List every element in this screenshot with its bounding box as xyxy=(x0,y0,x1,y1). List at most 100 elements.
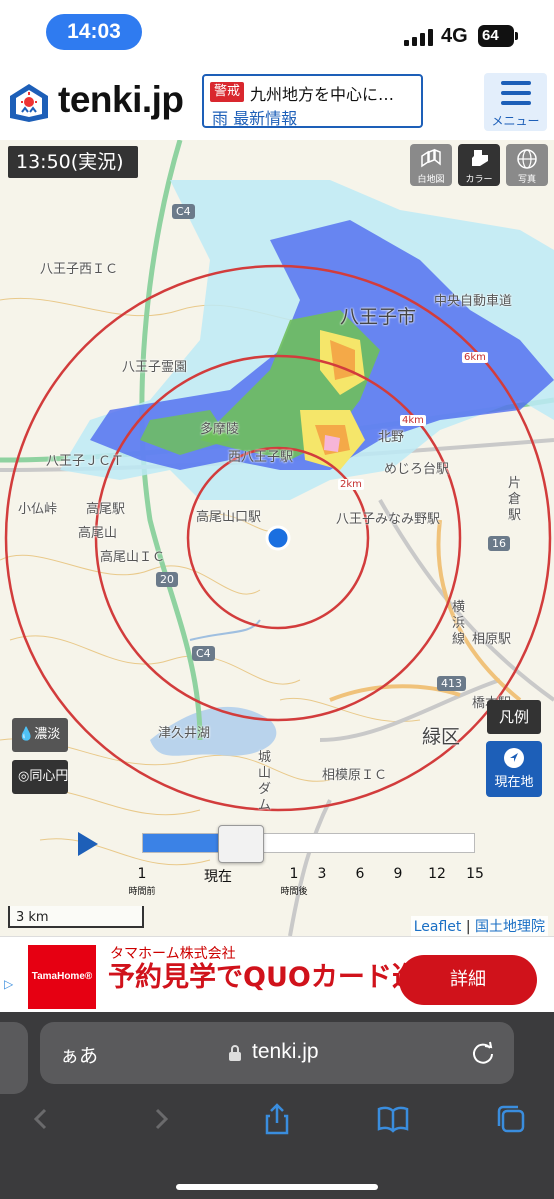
map-label-takaosan: 高尾山 xyxy=(78,526,118,541)
timeline-progress xyxy=(143,834,227,852)
alert-subline: 雨 最新情報 xyxy=(212,109,298,128)
timeline-tick-label[interactable]: 3 xyxy=(302,866,342,882)
timeline-tick-label[interactable]: 12 xyxy=(417,866,457,882)
home-indicator xyxy=(176,1184,378,1190)
timeline-tick-label[interactable]: 15 xyxy=(455,866,495,882)
current-location-label: 現在地 xyxy=(494,775,534,790)
map-label-hachioji-reien: 八王子霊園 xyxy=(122,360,188,375)
ad-detail-button[interactable]: 詳細 xyxy=(399,955,537,1005)
map-label-yokohama-line: 横浜線 xyxy=(452,600,466,647)
blank-map-button[interactable]: 白地図 xyxy=(410,144,452,186)
map-label-chuo-expressway: 中央自動車道 xyxy=(434,294,513,309)
map-label-kobotoke: 小仏峠 xyxy=(18,502,58,517)
color-map-label: カラー xyxy=(465,175,493,185)
photo-map-label: 写真 xyxy=(517,175,536,185)
status-bar: 14:03 4G 64 xyxy=(0,0,554,62)
hamburger-icon xyxy=(501,81,531,111)
photo-map-button[interactable]: 写真 xyxy=(506,144,548,186)
blank-map-icon xyxy=(410,144,452,172)
tabs-icon[interactable] xyxy=(494,1102,528,1136)
gsi-link[interactable]: 国土地理院 xyxy=(475,919,545,935)
current-location-button[interactable]: 現在地 xyxy=(486,741,542,797)
advertiser-logo[interactable]: TamaHome® xyxy=(28,945,96,1009)
map-label-tsukui-lake: 津久井湖 xyxy=(158,726,211,741)
battery-icon: 64 xyxy=(478,25,518,47)
advertiser-name: タマホーム株式会社 xyxy=(110,946,236,962)
map-label-takao-station: 高尾駅 xyxy=(86,502,126,517)
map-label-sagamihara-ic: 相模原ＩＣ xyxy=(322,768,388,783)
map-label-hachioji-city: 八王子市 xyxy=(340,306,417,328)
site-header: tenki.jp 警戒 九州地方を中心に… 雨 最新情報 メニュー xyxy=(0,62,554,140)
map-label-takaosan-ic: 高尾山ＩＣ xyxy=(100,550,166,565)
color-map-button[interactable]: カラー xyxy=(458,144,500,186)
ring-label-4km: 4km xyxy=(400,415,426,426)
intensity-toggle-button[interactable]: 💧濃淡 xyxy=(12,718,68,752)
ring-label-2km: 2km xyxy=(338,479,364,490)
intensity-label: 濃淡 xyxy=(34,727,61,742)
browser-toolbar: ぁあ tenki.jp xyxy=(0,1012,554,1199)
network-type: 4G xyxy=(441,25,468,47)
timeline-tick-label[interactable]: 1 xyxy=(122,866,162,882)
concentric-circles-button[interactable]: ◎同心円 xyxy=(12,760,68,794)
road-label-20: 20 xyxy=(156,572,178,587)
timeline-tick-sublabel: 時間前 xyxy=(128,887,156,897)
map-label-aihara-station: 相原駅 xyxy=(472,632,512,647)
map-label-midori-ku: 緑区 xyxy=(422,726,461,748)
map-label-hachioji-jct: 八王子ＪＣＴ xyxy=(46,454,125,469)
road-label-c4-south: C4 xyxy=(192,646,215,661)
ad-headline[interactable]: 予約見学でQUOカード進呈 xyxy=(108,961,446,995)
leaflet-link[interactable]: Leaflet xyxy=(414,919,462,935)
text-size-button[interactable]: ぁあ xyxy=(60,1041,98,1068)
photo-map-icon xyxy=(506,144,548,172)
rain-radar-map[interactable]: 八王子西ＩＣ 八王子市 中央自動車道 八王子霊園 八王子ＪＣＴ 西八王子駅 多摩… xyxy=(0,140,554,936)
status-time: 14:03 xyxy=(46,14,142,50)
legend-button[interactable]: 凡例 xyxy=(487,700,541,734)
map-scale: 3 km xyxy=(8,906,144,928)
ring-label-6km: 6km xyxy=(462,352,488,363)
road-label-16: 16 xyxy=(488,536,510,551)
observation-time: 13:50(実況) xyxy=(8,146,138,178)
map-label-katakura-station: 片倉駅 xyxy=(508,476,522,523)
map-label-hachioji-minamino-station: 八王子みなみ野駅 xyxy=(336,512,441,527)
timeline-tick-sublabel: 時間後 xyxy=(280,887,308,897)
radar-timeline: 1 時間前 現在 1 時間後 3 6 9 12 15 xyxy=(0,820,554,900)
road-label-c4: C4 xyxy=(172,204,195,219)
lock-icon xyxy=(229,1045,241,1061)
map-label-mejirodai-station: めじろ台駅 xyxy=(384,462,450,477)
adchoices-icon[interactable]: ▷ xyxy=(4,977,13,991)
cellular-signal-icon xyxy=(404,29,434,46)
timeline-thumb[interactable] xyxy=(218,825,265,863)
advertisement-banner[interactable]: ▷ TamaHome® タマホーム株式会社 予約見学でQUOカード進呈 詳細 xyxy=(0,936,554,1012)
menu-button[interactable]: メニュー xyxy=(484,73,547,131)
alert-headline: 九州地方を中心に… xyxy=(250,85,395,104)
reload-icon[interactable] xyxy=(470,1040,496,1066)
bookmarks-icon[interactable] xyxy=(376,1102,410,1136)
address-bar[interactable]: ぁあ tenki.jp xyxy=(40,1022,514,1084)
share-icon[interactable] xyxy=(260,1102,294,1136)
map-label-nishi-hachioji: 西八王子駅 xyxy=(228,450,294,465)
alert-badge: 警戒 xyxy=(210,82,245,102)
map-attribution: Leaflet | 国土地理院 xyxy=(410,916,548,936)
attribution-separator: | xyxy=(465,919,471,935)
previous-tab-preview[interactable] xyxy=(0,1022,28,1094)
map-label-kitano: 北野 xyxy=(378,430,405,445)
timeline-tick-label[interactable]: 現在 xyxy=(198,866,238,886)
road-label-413: 413 xyxy=(437,676,466,691)
site-logo-text[interactable]: tenki.jp xyxy=(58,79,184,121)
url-text[interactable]: tenki.jp xyxy=(252,1040,319,1064)
map-label-tamaryo: 多摩陵 xyxy=(200,422,240,437)
map-label-hachioji-nishi-ic: 八王子西ＩＣ xyxy=(40,262,119,277)
weather-alert-banner[interactable]: 警戒 九州地方を中心に… 雨 最新情報 xyxy=(202,74,423,128)
droplet-icon: 💧 xyxy=(18,727,35,742)
navigation-arrow-icon xyxy=(486,741,542,771)
blank-map-label: 白地図 xyxy=(417,175,445,185)
play-icon[interactable] xyxy=(78,832,98,856)
back-icon[interactable] xyxy=(24,1102,58,1136)
tenki-logo-icon[interactable] xyxy=(8,82,50,124)
forward-icon[interactable] xyxy=(144,1102,178,1136)
timeline-slider[interactable] xyxy=(142,825,475,863)
menu-label: メニュー xyxy=(491,114,540,128)
timeline-tick-label[interactable]: 6 xyxy=(340,866,380,882)
map-label-takaosanguchi-station: 高尾山口駅 xyxy=(196,510,262,525)
timeline-tick-label[interactable]: 9 xyxy=(378,866,418,882)
